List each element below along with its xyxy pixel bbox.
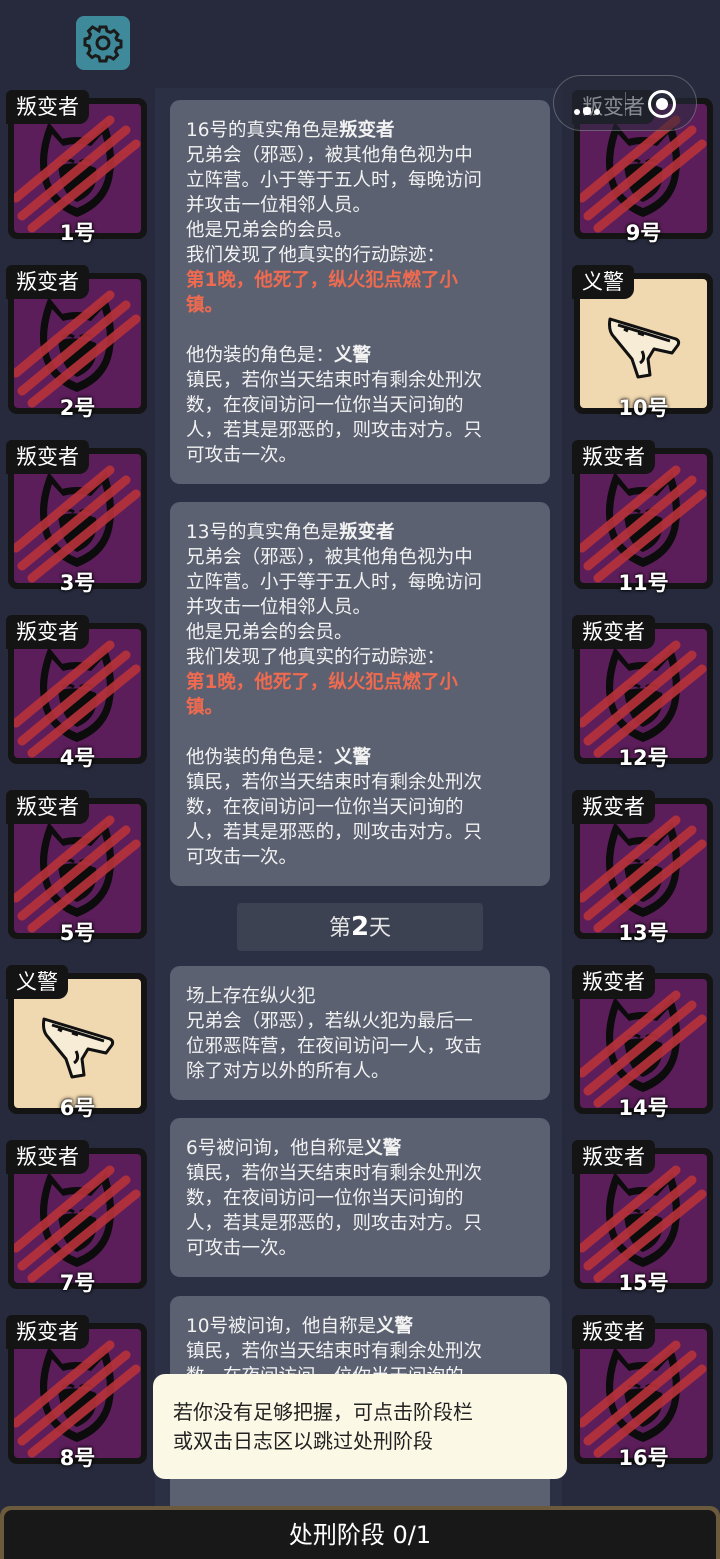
role-label: 叛变者 <box>572 440 655 474</box>
phase-bar[interactable]: 处刑阶段 0/1 <box>0 1506 720 1559</box>
player-card-8[interactable]: 叛变者 8号 <box>6 1315 147 1470</box>
role-label: 叛变者 <box>6 90 89 124</box>
player-number: 7号 <box>59 1271 96 1295</box>
player-number: 2号 <box>59 396 96 420</box>
player-card-10[interactable]: 义警 10号 <box>572 265 713 420</box>
player-card-13[interactable]: 叛变者 13号 <box>572 790 713 945</box>
player-number: 4号 <box>59 746 96 770</box>
role-label: 叛变者 <box>572 1315 655 1349</box>
role-label: 叛变者 <box>6 790 89 824</box>
player-card-15[interactable]: 叛变者 15号 <box>572 1140 713 1295</box>
player-card-12[interactable]: 叛变者 12号 <box>572 615 713 770</box>
role-label: 义警 <box>6 965 68 999</box>
gear-icon <box>83 25 123 63</box>
settings-button[interactable] <box>76 16 130 70</box>
night-event-text: 第1晚，他死了，纵火犯点燃了小 <box>186 270 458 291</box>
player-number: 1号 <box>59 221 96 245</box>
player-number: 16号 <box>618 1446 669 1470</box>
player-card-11[interactable]: 叛变者 11号 <box>572 440 713 595</box>
player-card-7[interactable]: 叛变者 7号 <box>6 1140 147 1295</box>
capsule-menu[interactable] <box>553 75 697 131</box>
role-label: 叛变者 <box>6 615 89 649</box>
log-message-true-role-16: 16号的真实角色是叛变者 兄弟会（邪恶），被其他角色视为中 立阵营。小于等于五人… <box>170 100 550 484</box>
role-label: 叛变者 <box>572 790 655 824</box>
player-card-4[interactable]: 叛变者 4号 <box>6 615 147 770</box>
log-message-question-6: 6号被问询，他自称是义警 镇民，若你当天结束时有剩余处刑次 数，在夜间访问一位你… <box>170 1118 550 1277</box>
player-number: 8号 <box>59 1446 96 1470</box>
player-number: 13号 <box>618 921 669 945</box>
player-number: 10号 <box>618 396 669 420</box>
player-number: 12号 <box>618 746 669 770</box>
role-label: 叛变者 <box>572 965 655 999</box>
role-label: 叛变者 <box>6 1140 89 1174</box>
role-label: 叛变者 <box>6 440 89 474</box>
night-event-text: 第1晚，他死了，纵火犯点燃了小 <box>186 672 458 693</box>
player-card-3[interactable]: 叛变者 3号 <box>6 440 147 595</box>
player-number: 15号 <box>618 1271 669 1295</box>
skip-hint-toast: 若你没有足够把握，可点击阶段栏 或双击日志区以跳过处刑阶段 <box>153 1374 567 1479</box>
player-card-16[interactable]: 叛变者 16号 <box>572 1315 713 1470</box>
log-message-true-role-13: 13号的真实角色是叛变者 兄弟会（邪恶），被其他角色视为中 立阵营。小于等于五人… <box>170 502 550 886</box>
player-number: 14号 <box>618 1096 669 1120</box>
log-message-arsonist: 场上存在纵火犯 兄弟会（邪恶），若纵火犯为最后一 位邪恶阵营，在夜间访问一人，攻… <box>170 966 550 1100</box>
player-card-1[interactable]: 叛变者 1号 <box>6 90 147 245</box>
day-divider: 第2天 <box>237 903 483 951</box>
log-area[interactable]: 16号的真实角色是叛变者 兄弟会（邪恶），被其他角色视为中 立阵营。小于等于五人… <box>155 88 562 1508</box>
player-number: 3号 <box>59 571 96 595</box>
role-label: 叛变者 <box>6 1315 89 1349</box>
player-number: 6号 <box>59 1096 96 1120</box>
player-card-2[interactable]: 叛变者 2号 <box>6 265 147 420</box>
player-card-6[interactable]: 义警 6号 <box>6 965 147 1120</box>
role-label: 叛变者 <box>572 615 655 649</box>
phase-label: 处刑阶段 0/1 <box>4 1510 716 1559</box>
target-circle-icon[interactable] <box>648 90 676 118</box>
player-number: 9号 <box>625 221 662 245</box>
player-card-14[interactable]: 叛变者 14号 <box>572 965 713 1120</box>
player-card-5[interactable]: 叛变者 5号 <box>6 790 147 945</box>
player-number: 5号 <box>59 921 96 945</box>
role-label: 义警 <box>572 265 634 299</box>
more-dots-icon[interactable] <box>574 100 603 119</box>
role-label: 叛变者 <box>6 265 89 299</box>
role-label: 叛变者 <box>572 1140 655 1174</box>
player-number: 11号 <box>618 571 669 595</box>
